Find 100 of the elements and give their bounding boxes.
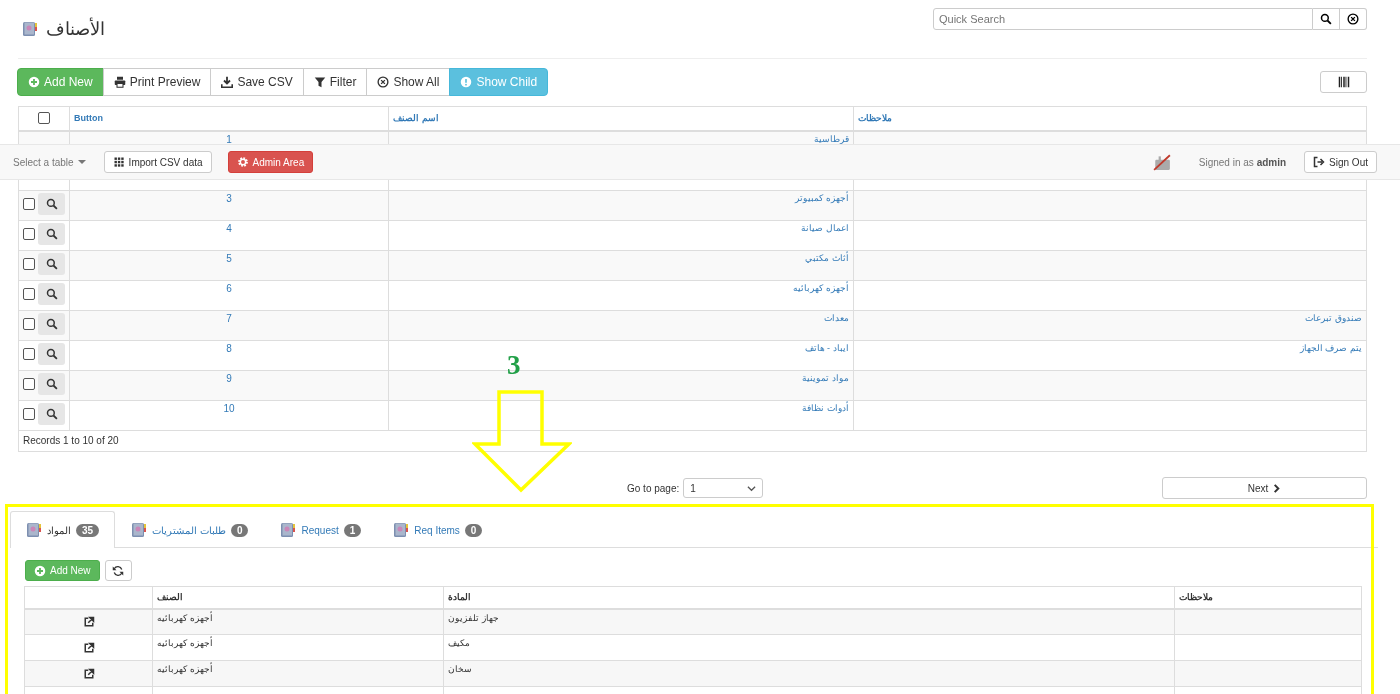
gear-icon	[236, 156, 249, 168]
row-checkbox[interactable]	[23, 378, 35, 390]
row-checkbox[interactable]	[23, 228, 35, 240]
printer-icon	[113, 76, 126, 88]
toolbar-button[interactable]: Save CSV	[210, 68, 304, 96]
tab[interactable]: Req Items 0	[377, 511, 499, 548]
close-circle-icon	[1347, 13, 1359, 25]
view-button[interactable]	[38, 283, 65, 305]
column-header[interactable]: الصنف	[152, 586, 444, 609]
download-icon	[221, 76, 234, 88]
table-cell[interactable]: ايباد - هاتف	[804, 343, 849, 353]
tab[interactable]: Request 1	[264, 511, 378, 548]
view-button[interactable]	[38, 373, 65, 395]
sign-out-button[interactable]: Sign Out	[1304, 151, 1377, 173]
crossed-out-device-icon	[1152, 153, 1171, 171]
open-link-button[interactable]	[82, 616, 95, 629]
table-cell[interactable]: 1	[226, 133, 232, 145]
table-cell: مكيف	[448, 638, 471, 648]
search-button[interactable]	[1313, 8, 1340, 30]
row-checkbox[interactable]	[23, 318, 35, 330]
filter-icon	[313, 76, 326, 88]
toolbar-button[interactable]: Filter	[302, 68, 368, 96]
table-cell[interactable]: 5	[226, 253, 232, 264]
page-select[interactable]: 1	[683, 478, 764, 498]
table-select[interactable]: Select a table	[13, 156, 86, 168]
table-cell[interactable]: قرطاسية	[813, 133, 849, 144]
toolbar-button[interactable]: Print Preview	[102, 68, 212, 96]
view-button[interactable]	[38, 253, 65, 275]
add-new-button[interactable]: Add New	[25, 560, 100, 581]
table-cell: أجهزه كهربائيه	[157, 612, 213, 623]
toolbar-button[interactable]: Add New	[17, 68, 104, 96]
table-cell[interactable]: 9	[226, 373, 232, 384]
search-icon	[45, 288, 58, 300]
table-cell[interactable]: 8	[226, 343, 232, 354]
column-header[interactable]: ملاحظات	[1174, 586, 1362, 609]
column-header[interactable]: ملاحظات	[853, 106, 1367, 131]
table-cell[interactable]: أجهزه كمبيوتر	[795, 193, 849, 203]
external-link-icon	[82, 642, 95, 654]
count-badge: 1	[343, 523, 362, 537]
count-badge: 35	[76, 523, 100, 537]
columns-button[interactable]	[1320, 71, 1367, 93]
row-checkbox[interactable]	[23, 288, 35, 300]
exclamation-circle-icon	[460, 76, 473, 88]
table-cell: أجهزه كهربائيه	[157, 664, 213, 674]
search-icon	[45, 378, 58, 390]
sign-out-icon	[1313, 156, 1326, 168]
view-button[interactable]	[38, 343, 65, 365]
row-checkbox[interactable]	[23, 258, 35, 270]
next-button[interactable]: Next	[1162, 477, 1367, 499]
page-title: الأصناف	[46, 18, 105, 40]
table-cell[interactable]: 7	[226, 313, 232, 324]
navbar-button[interactable]: Import CSV data	[103, 151, 212, 173]
table-cell[interactable]: مواد تموينية	[802, 373, 849, 383]
table-cell[interactable]: اعمال صيانة	[801, 223, 849, 233]
column-header[interactable]: اسم الصنف	[388, 106, 854, 131]
toolbar-button[interactable]: Show All	[366, 68, 451, 96]
book-icon	[26, 522, 42, 538]
table-cell[interactable]: صندوق تبرعات	[1305, 313, 1362, 323]
grid-icon	[112, 156, 125, 168]
count-badge: 0	[230, 523, 249, 537]
search-icon	[45, 228, 58, 240]
search-icon	[45, 348, 58, 360]
search-icon	[45, 258, 58, 270]
table-cell[interactable]: أجهزه كهربائيه	[793, 283, 849, 293]
signed-in-text: Signed in as admin	[1198, 156, 1287, 168]
open-link-button[interactable]	[82, 668, 95, 680]
row-checkbox[interactable]	[23, 408, 35, 420]
table-cell: سخان	[448, 664, 473, 674]
search-icon	[45, 318, 58, 330]
open-link-button[interactable]	[82, 642, 95, 654]
row-checkbox[interactable]	[23, 348, 35, 360]
view-button[interactable]	[38, 193, 65, 215]
book-icon	[22, 21, 38, 37]
table-cell[interactable]: 6	[226, 283, 232, 294]
columns-icon	[1337, 76, 1350, 88]
quick-search-field[interactable]: Quick Search	[933, 8, 1313, 30]
chevron-down-icon	[747, 483, 757, 493]
column-header[interactable]: Button	[69, 106, 389, 131]
refresh-button[interactable]	[104, 560, 132, 581]
plus-circle-icon	[28, 76, 40, 88]
table-cell: جهاز تلفزيون	[448, 612, 499, 623]
clear-button[interactable]	[1340, 8, 1367, 30]
table-cell[interactable]: معدات	[823, 313, 849, 323]
navbar-button[interactable]: Admin Area	[227, 151, 314, 173]
table-cell[interactable]: 4	[226, 223, 232, 234]
annotation-number: 3	[507, 350, 521, 381]
close-circle-icon	[377, 76, 390, 88]
table-cell[interactable]: أثاث مكتبي	[805, 253, 849, 263]
view-button[interactable]	[38, 403, 65, 425]
external-link-icon	[82, 616, 95, 629]
table-cell[interactable]: أدوات نظافة	[802, 403, 849, 413]
row-checkbox[interactable]	[23, 198, 35, 210]
table-cell[interactable]: يتم صرف الجهاز	[1300, 343, 1362, 353]
view-button[interactable]	[38, 223, 65, 245]
select-all-checkbox[interactable]	[38, 112, 50, 125]
table-cell[interactable]: 3	[226, 193, 232, 204]
table-cell[interactable]: 10	[223, 403, 235, 414]
column-header[interactable]: المادة	[443, 586, 1175, 609]
search-icon	[45, 198, 58, 210]
view-button[interactable]	[38, 313, 65, 335]
